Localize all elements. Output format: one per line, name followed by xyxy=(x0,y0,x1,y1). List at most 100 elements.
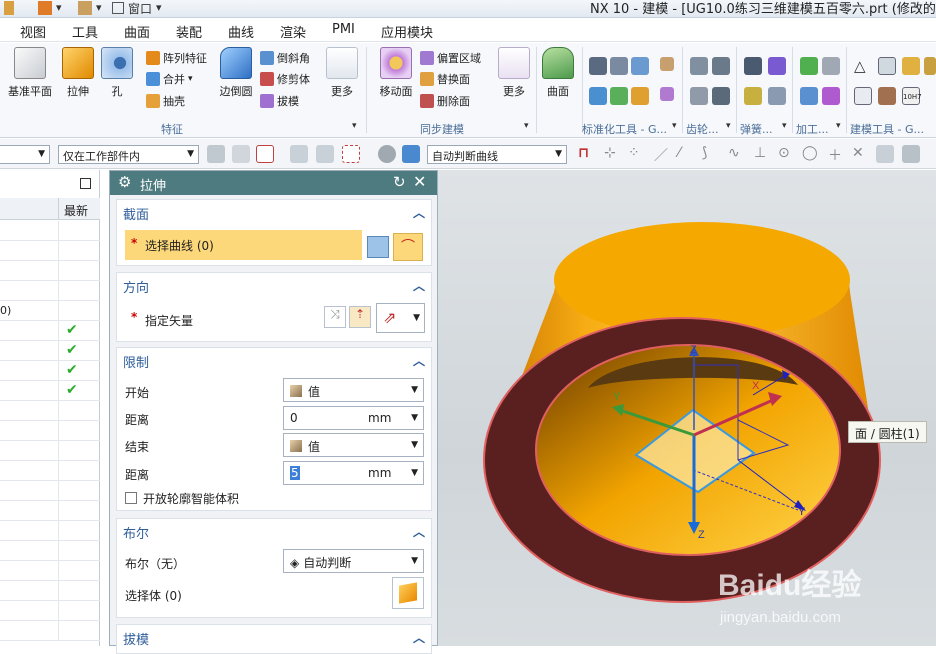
menu-render[interactable]: 渲染 xyxy=(280,22,306,41)
gear-tool-icon[interactable] xyxy=(712,87,730,105)
modeling-tool-icon[interactable] xyxy=(854,87,872,105)
group-expand-icon[interactable]: ▾ xyxy=(782,121,787,131)
sketch-section-icon[interactable] xyxy=(367,236,389,258)
hole-button[interactable]: 孔 xyxy=(93,47,141,99)
group-expand-icon[interactable]: ▾ xyxy=(672,121,677,131)
select-tool-icon[interactable] xyxy=(316,145,334,163)
triangle-icon[interactable]: △ xyxy=(854,57,872,75)
more-features-button[interactable]: 更多 xyxy=(318,47,366,99)
graphics-viewport[interactable]: Z Z X Y Y Baidu经验 jingyan.baidu.com xyxy=(438,170,936,646)
navigator-row[interactable] xyxy=(0,561,100,581)
menu-surface[interactable]: 曲面 xyxy=(124,22,150,41)
limits-header[interactable]: 限制 xyxy=(123,352,149,371)
navigator-row[interactable] xyxy=(0,241,100,261)
navigator-row[interactable] xyxy=(0,521,100,541)
column-latest[interactable]: 最新 xyxy=(64,202,88,219)
std-tool-icon[interactable] xyxy=(660,87,674,101)
group-expand-icon[interactable]: ▾ xyxy=(524,121,529,131)
snap-icon[interactable]: ＋ xyxy=(828,145,846,164)
snap-icon[interactable] xyxy=(876,145,894,163)
delete-face-button[interactable]: 删除面 xyxy=(420,93,470,109)
offset-region-button[interactable]: 偏置区域 xyxy=(420,50,481,66)
surface-button[interactable]: 曲面 xyxy=(534,47,582,99)
std-tool-icon[interactable] xyxy=(660,57,674,71)
select-tool-icon[interactable] xyxy=(232,145,250,163)
menu-applications[interactable]: 应用模块 xyxy=(381,22,433,41)
scope-dropdown[interactable]: 仅在工作部件内 ▼ xyxy=(58,145,199,164)
navigator-row[interactable] xyxy=(0,221,100,241)
pattern-feature-button[interactable]: 阵列特征 xyxy=(146,50,207,66)
collapse-icon[interactable]: ︿ xyxy=(413,204,425,221)
end-distance-input[interactable]: 5 mm ▼ xyxy=(283,461,424,485)
select-tool-icon[interactable] xyxy=(290,145,308,163)
move-face-button[interactable]: 移动面 xyxy=(372,47,420,99)
section-header[interactable]: 截面 xyxy=(123,204,149,223)
std-tool-icon[interactable] xyxy=(610,87,628,105)
spring-tool-icon[interactable] xyxy=(744,57,762,75)
std-tool-icon[interactable] xyxy=(631,57,649,75)
boolean-header[interactable]: 布尔 xyxy=(123,523,149,542)
menu-tools[interactable]: 工具 xyxy=(72,22,98,41)
snap-icon[interactable]: ⊥ xyxy=(754,145,772,163)
close-icon[interactable]: ✕ xyxy=(413,172,426,191)
unite-button[interactable]: 合并 ▾ xyxy=(146,71,193,87)
start-type-dropdown[interactable]: 值 ▼ xyxy=(283,378,424,402)
group-expand-icon[interactable]: ▾ xyxy=(726,121,731,131)
curve-icon[interactable]: ⌒ xyxy=(393,233,423,261)
menu-curve[interactable]: 曲线 xyxy=(228,22,254,41)
replace-face-button[interactable]: 替换面 xyxy=(420,71,470,87)
navigator-row[interactable]: 0) xyxy=(0,301,100,321)
snap-icon[interactable]: ⁄ xyxy=(678,145,696,163)
modeling-tool-icon[interactable] xyxy=(902,57,920,75)
dropdown-arrow-icon[interactable]: ▾ xyxy=(56,1,62,17)
maximize-icon[interactable] xyxy=(80,178,91,189)
snap-icon[interactable]: ／ xyxy=(654,145,672,164)
snap-icon[interactable] xyxy=(902,145,920,163)
modeling-tool-icon[interactable] xyxy=(924,57,936,75)
start-distance-input[interactable]: 0 mm ▼ xyxy=(283,406,424,430)
machining-tool-icon[interactable] xyxy=(800,87,818,105)
machining-tool-icon[interactable] xyxy=(822,87,840,105)
collapse-icon[interactable]: ︿ xyxy=(413,352,425,369)
reset-icon[interactable]: ↻ xyxy=(393,173,406,191)
navigator-row[interactable] xyxy=(0,541,100,561)
navigator-row[interactable] xyxy=(0,441,100,461)
spring-tool-icon[interactable] xyxy=(744,87,762,105)
model-view[interactable]: Z Z X Y Y Baidu经验 jingyan.baidu.com xyxy=(438,170,936,646)
collapse-icon[interactable]: ︿ xyxy=(413,277,425,294)
std-tool-icon[interactable] xyxy=(589,87,607,105)
dropdown-arrow-icon[interactable]: ▾ xyxy=(188,74,193,84)
draft-header[interactable]: 拔模 xyxy=(123,629,149,648)
shell-button[interactable]: 抽壳 xyxy=(146,93,185,109)
navigator-row[interactable] xyxy=(0,401,100,421)
modeling-tool-icon[interactable] xyxy=(878,57,896,75)
open-profile-checkbox[interactable] xyxy=(125,492,137,504)
navigator-row[interactable]: ✔ xyxy=(0,361,100,381)
navigator-row[interactable] xyxy=(0,461,100,481)
machining-tool-icon[interactable] xyxy=(800,57,818,75)
modeling-tool-icon[interactable] xyxy=(878,87,896,105)
snap-point-icon[interactable]: ⊓ xyxy=(578,145,596,163)
snap-icon[interactable]: ∿ xyxy=(728,145,746,163)
vector-dialog-icon[interactable]: ⇡ xyxy=(349,306,371,328)
select-body-button[interactable] xyxy=(392,577,424,609)
spring-tool-icon[interactable] xyxy=(768,87,786,105)
snap-icon[interactable]: ✕ xyxy=(852,145,870,163)
menu-assembly[interactable]: 装配 xyxy=(176,22,202,41)
gear-icon[interactable]: ⚙ xyxy=(118,173,131,191)
tolerance-icon[interactable]: 10H7 xyxy=(902,87,922,105)
navigator-row[interactable]: ✔ xyxy=(0,321,100,341)
collapse-icon[interactable]: ︿ xyxy=(413,629,425,646)
snap-icon[interactable]: ⁘ xyxy=(628,145,646,163)
snap-icon[interactable]: ⊹ xyxy=(604,145,622,163)
navigator-row[interactable] xyxy=(0,421,100,441)
select-curve-row[interactable]: * 选择曲线 (0) xyxy=(125,230,362,260)
group-expand-icon[interactable]: ▾ xyxy=(836,121,841,131)
chamfer-button[interactable]: 倒斜角 xyxy=(260,50,310,66)
end-type-dropdown[interactable]: 值 ▼ xyxy=(283,433,424,457)
gear-tool-icon[interactable] xyxy=(690,87,708,105)
dropdown-arrow-icon[interactable]: ▾ xyxy=(156,1,162,17)
navigator-row[interactable] xyxy=(0,581,100,601)
navigator-row[interactable] xyxy=(0,621,100,641)
navigator-row[interactable] xyxy=(0,481,100,501)
